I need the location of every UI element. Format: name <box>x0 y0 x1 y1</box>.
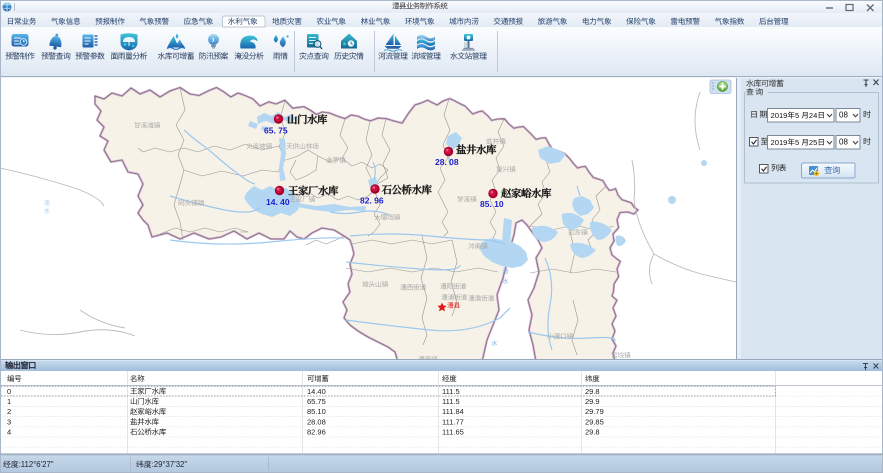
svg-text:111.5: 111.5 <box>442 397 460 406</box>
svg-text:111.84: 111.84 <box>442 407 464 416</box>
svg-text::112°6'27": :112°6'27" <box>19 460 54 469</box>
svg-text:24: 24 <box>809 111 817 120</box>
svg-text:1: 1 <box>7 397 11 406</box>
svg-text:5: 5 <box>795 138 799 147</box>
svg-text:25: 25 <box>809 138 817 147</box>
svg-text:5: 5 <box>795 111 799 120</box>
svg-text:08: 08 <box>839 138 848 147</box>
svg-text:2019: 2019 <box>771 111 788 120</box>
svg-text:29.8: 29.8 <box>585 428 600 437</box>
svg-text:2019: 2019 <box>771 138 788 147</box>
svg-text:111.77: 111.77 <box>442 417 464 426</box>
svg-text:85. 10: 85. 10 <box>480 199 504 209</box>
svg-text:29.79: 29.79 <box>585 407 604 416</box>
svg-text:65. 75: 65. 75 <box>264 125 288 135</box>
svg-text:29.8: 29.8 <box>585 387 600 396</box>
svg-text:82. 96: 82. 96 <box>360 195 384 205</box>
svg-text:111.5: 111.5 <box>442 387 460 396</box>
svg-text:14. 40: 14. 40 <box>266 197 290 207</box>
svg-text:2: 2 <box>7 407 11 416</box>
svg-text:14.40: 14.40 <box>307 387 326 396</box>
svg-text:3: 3 <box>7 417 11 426</box>
svg-text:29.85: 29.85 <box>585 417 604 426</box>
svg-text:85.10: 85.10 <box>307 407 326 416</box>
svg-text:08: 08 <box>839 111 848 120</box>
svg-text:4: 4 <box>7 428 11 437</box>
svg-text:0: 0 <box>7 387 11 396</box>
svg-text:82.96: 82.96 <box>307 428 326 437</box>
svg-text::29°37'32": :29°37'32" <box>152 460 188 469</box>
svg-text:28. 08: 28. 08 <box>435 157 459 167</box>
svg-text:111.65: 111.65 <box>442 428 464 437</box>
svg-text:65.75: 65.75 <box>307 397 326 406</box>
svg-text:29.9: 29.9 <box>585 397 600 406</box>
svg-text:28.08: 28.08 <box>307 417 326 426</box>
